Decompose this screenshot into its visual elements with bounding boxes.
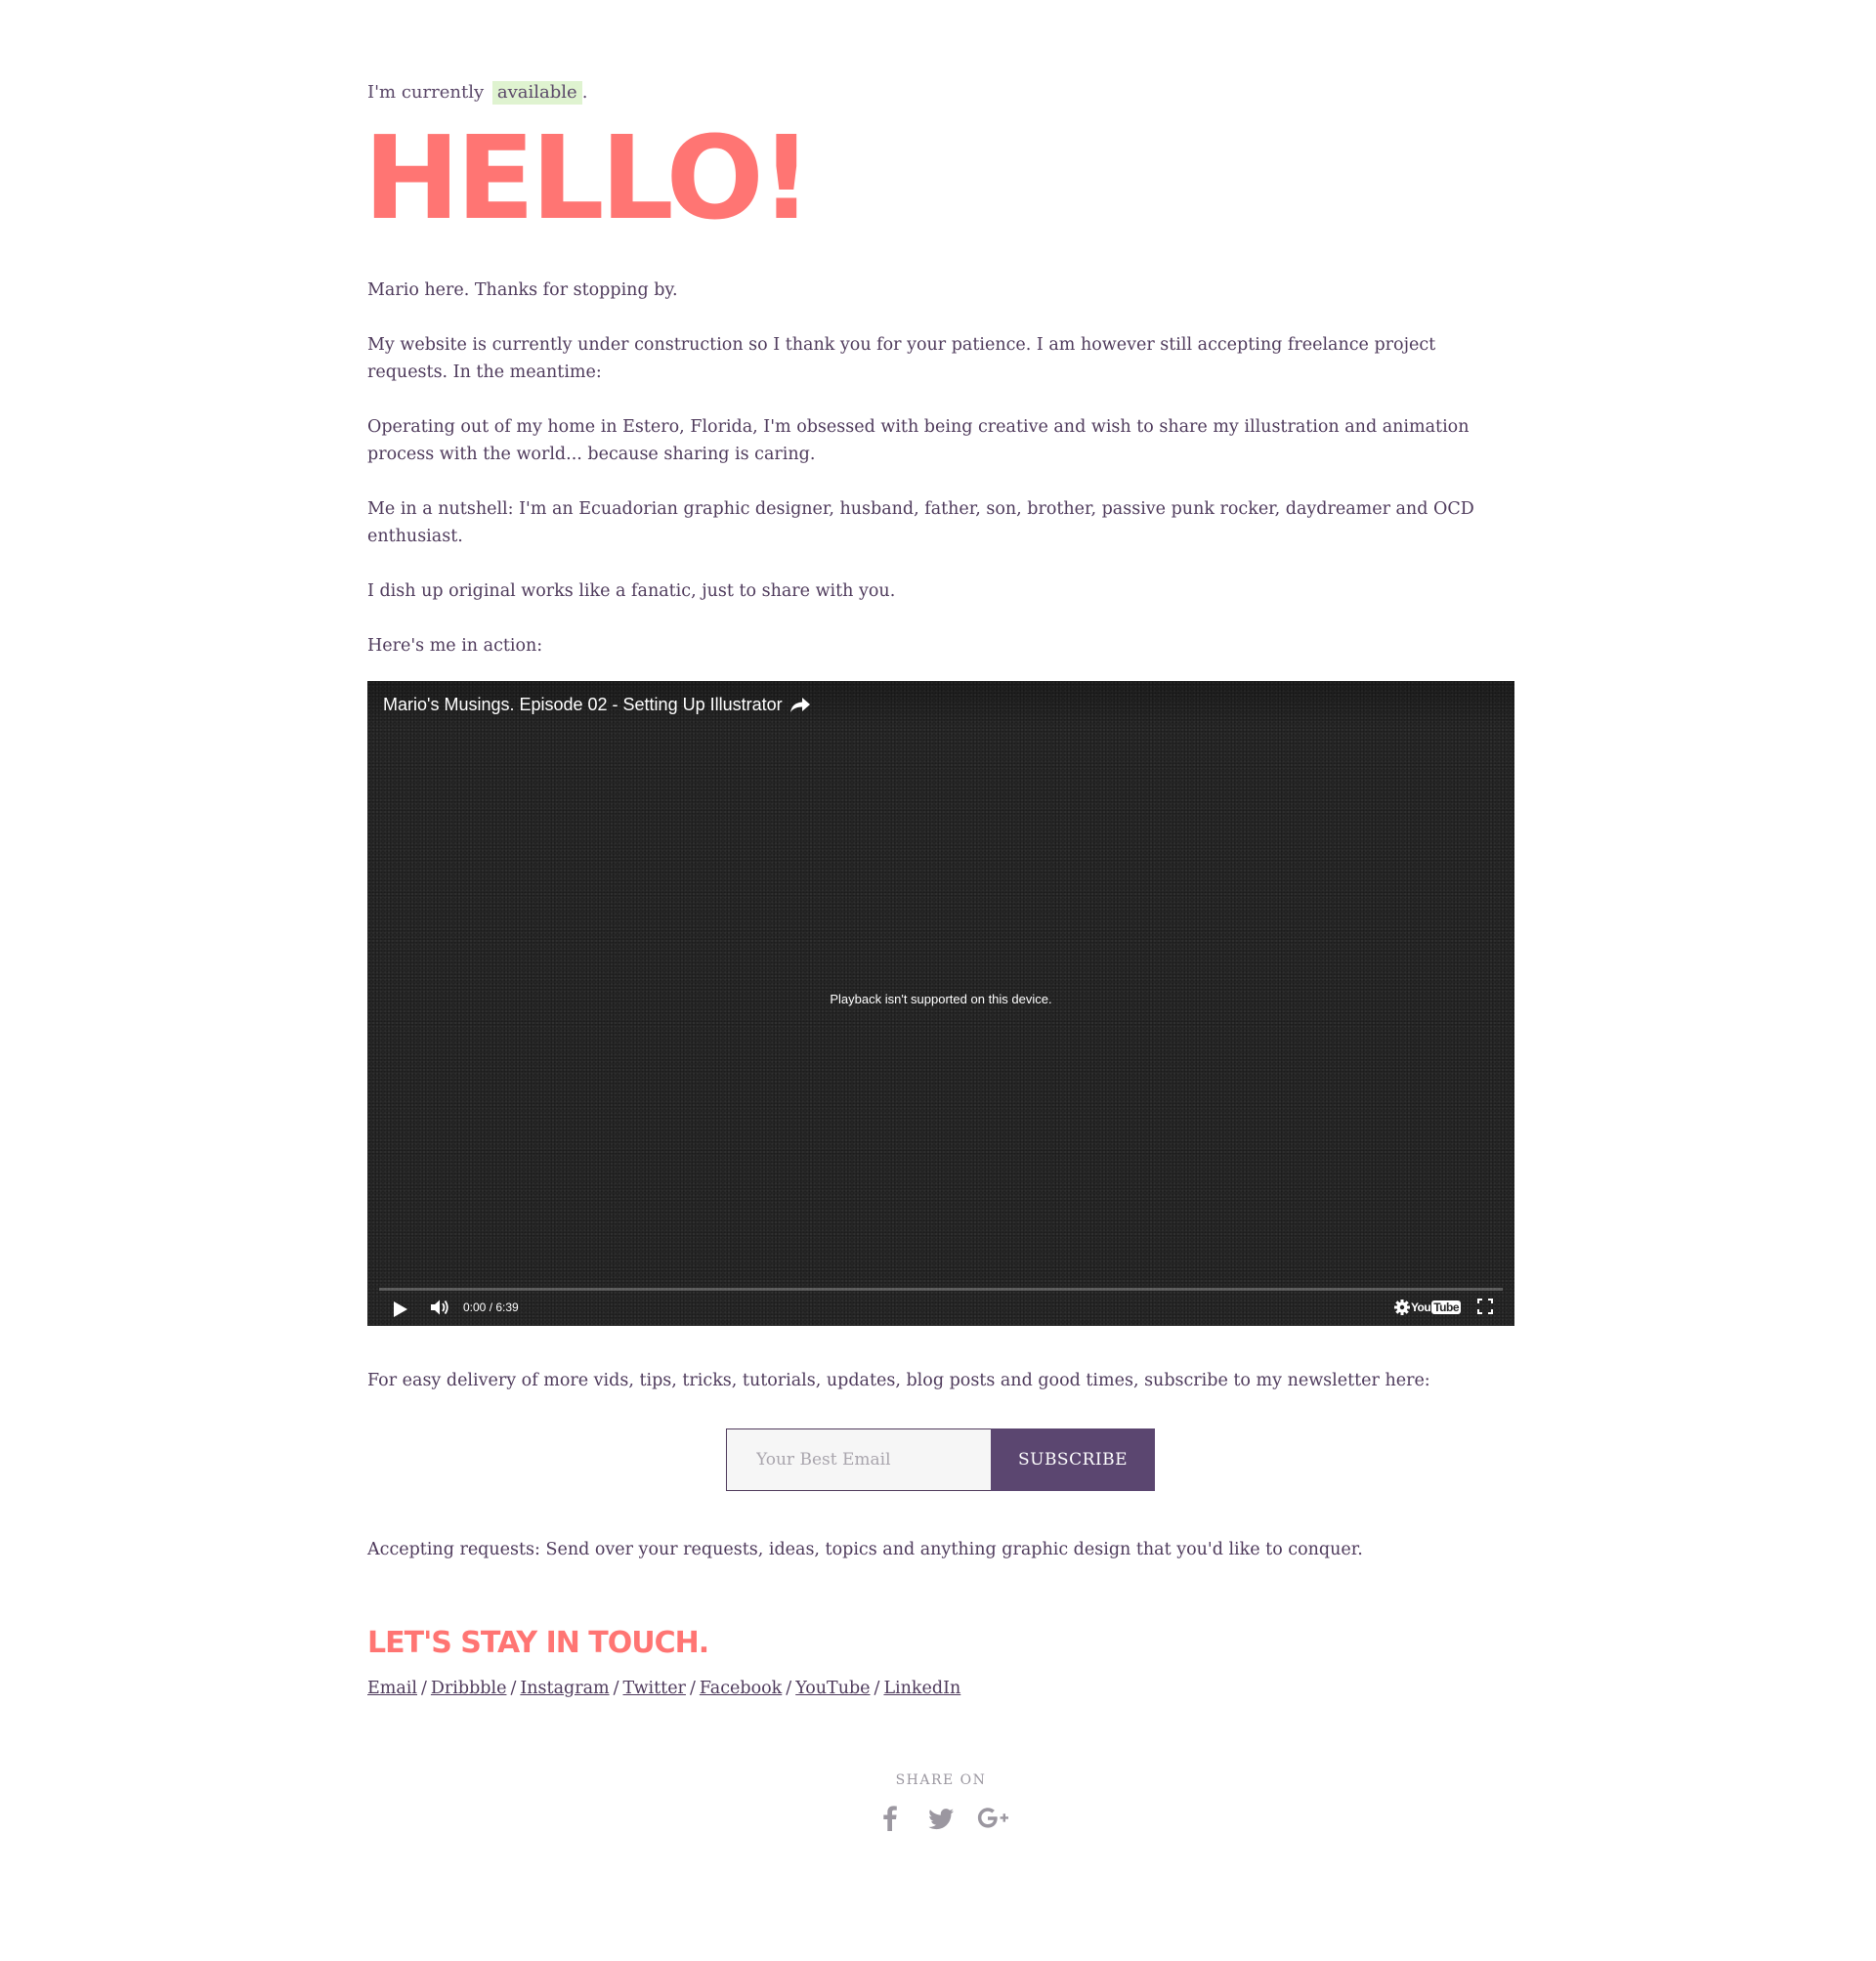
facebook-icon[interactable] [875,1804,905,1833]
settings-gear-icon[interactable] [1393,1299,1411,1320]
link-separator: / [421,1679,427,1698]
intro-paragraph-5: I dish up original works like a fanatic,… [367,581,896,601]
email-link[interactable]: Email [367,1679,417,1698]
social-links: Email / Dribbble / Instagram / Twitter / Faceboo… [367,1675,1514,1702]
video-title-link[interactable]: Mario's Musings. Episode 02 - Setting Up… [383,691,783,718]
intro-paragraph-2: My website is currently under constructi… [367,335,1436,382]
share-icons [367,1804,1514,1833]
youtube-link[interactable]: YouTube [795,1679,870,1698]
play-icon[interactable] [394,1301,407,1317]
facebook-link[interactable]: Facebook [700,1679,782,1698]
requests-text: Accepting requests: Send over your reque… [367,1540,1363,1559]
availability-line: I'm currently available. [367,81,1514,105]
time-display: 0:00 / 6:39 [463,1300,519,1314]
twitter-link[interactable]: Twitter [623,1679,686,1698]
availability-prefix: I'm currently [367,82,485,103]
youtube-logo-icon[interactable]: You Tube [1411,1300,1461,1314]
video-player[interactable]: Mario's Musings. Episode 02 - Setting Up… [367,681,1514,1326]
playback-message: Playback isn't supported on this device. [830,992,1052,1006]
share-arrow-icon[interactable] [789,695,811,714]
newsletter-text: For easy delivery of more vids, tips, tr… [367,1371,1430,1390]
link-separator: / [510,1679,517,1698]
link-separator: / [874,1679,880,1698]
youtube-logo-tube: Tube [1431,1300,1461,1314]
intro-paragraph-3: Operating out of my home in Estero, Flor… [367,417,1470,464]
link-separator: / [613,1679,619,1698]
hero-title: HELLO! [363,110,813,245]
youtube-logo-you: You [1410,1300,1431,1314]
link-separator: / [786,1679,792,1698]
share-label: SHARE ON [895,1772,987,1788]
google-plus-icon[interactable] [977,1804,1008,1833]
volume-icon[interactable] [430,1299,449,1320]
page-content: I'm currently available. HELLO! Mario he… [363,0,1514,1833]
share-section: SHARE ON [367,1772,1514,1833]
intro-paragraph-4: Me in a nutshell: I'm an Ecuadorian grap… [367,499,1474,546]
availability-badge: available [491,81,582,105]
link-separator: / [689,1679,696,1698]
email-field[interactable] [726,1428,991,1491]
intro-paragraph-1: Mario here. Thanks for stopping by. [367,280,678,300]
availability-suffix: . [581,82,588,103]
intro-paragraph-6: Here's me in action: [367,636,543,656]
fullscreen-icon[interactable] [1477,1299,1493,1318]
twitter-icon[interactable] [926,1804,956,1833]
video-controls: 0:00 / 6:39 You Tube [367,1291,1514,1326]
dribbble-link[interactable]: Dribbble [431,1679,507,1698]
contact-heading: LET'S STAY IN TOUCH. [367,1626,709,1660]
newsletter-form: SUBSCRIBE [726,1428,1514,1491]
linkedin-link[interactable]: LinkedIn [883,1679,960,1698]
subscribe-button[interactable]: SUBSCRIBE [991,1428,1155,1491]
instagram-link[interactable]: Instagram [520,1679,609,1698]
